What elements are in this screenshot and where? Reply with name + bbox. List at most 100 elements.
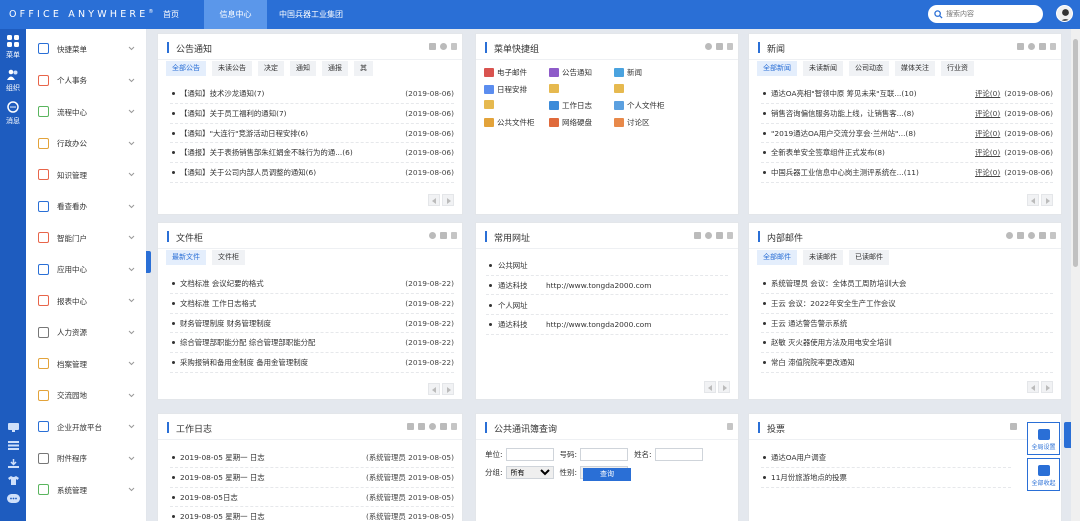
shortcut-item[interactable]: 个人文件柜 [614, 100, 665, 111]
item-title[interactable]: 王云 通达警告警示系统 [771, 314, 1053, 333]
item-title[interactable]: 通达OA用户调查 [771, 448, 1011, 467]
url-row[interactable]: 通达科技 http://www.tongda2000.com [486, 276, 728, 296]
list-item[interactable]: 系统管理员 会议：全体员工周防培训大会 [761, 274, 1053, 294]
sidebar-item[interactable]: 系统管理 [26, 480, 147, 500]
sidebar-item[interactable]: 行政办公 [26, 134, 147, 154]
up-icon[interactable] [1050, 43, 1056, 50]
item-title[interactable]: 文档标准 会议纪要的格式 [180, 274, 401, 293]
prev-page-icon[interactable] [428, 194, 440, 206]
up-icon[interactable] [1050, 232, 1056, 239]
search-input[interactable] [946, 10, 1026, 18]
list-item[interactable]: "2019通达OA用户交流分享会·兰州站"...(8) 评论(0) (2019-08… [761, 124, 1053, 144]
shortcut-item[interactable]: 网络硬盘 [549, 117, 592, 128]
number-input[interactable] [580, 448, 629, 461]
url-row[interactable]: 公共网址 [486, 256, 728, 276]
collapse-all-button[interactable]: 全部收起 [1027, 458, 1060, 491]
item-title[interactable]: 文档标准 工作日志格式 [180, 294, 401, 313]
gear-icon[interactable] [429, 423, 436, 430]
item-title[interactable]: 采购报销和备用金制度 备用金管理制度 [180, 353, 401, 372]
shortcut-item[interactable]: 公共文件柜 [484, 117, 535, 128]
item-title[interactable]: 财务管理制度 财务管理制度 [180, 314, 401, 333]
list-item[interactable]: 通达OA用户调查 [761, 448, 1011, 468]
list-item[interactable]: 【通知】"大连行"竞游活动日程安排(6) (2019-08-06) [170, 124, 454, 144]
list-item[interactable]: 中国兵器工业信息中心岗主测评系统在...(11) 评论(0) (2019-08-06… [761, 163, 1053, 183]
shortcut-item[interactable] [484, 100, 497, 109]
shortcut-item[interactable]: 讨论区 [614, 117, 650, 128]
next-page-icon[interactable] [442, 383, 454, 395]
layout-icon[interactable] [1017, 43, 1024, 50]
item-title[interactable]: 销售咨询偏信服务功能上线，让销售客...(8) [771, 104, 973, 123]
sub-tab[interactable]: 决定 [258, 61, 284, 76]
sub-tab[interactable]: 行业资 [941, 61, 974, 76]
sidebar-item[interactable]: 人力资源 [26, 323, 147, 343]
sub-tab[interactable]: 通报 [322, 61, 348, 76]
item-title[interactable]: 【通知】技术沙龙通知(7) [180, 84, 401, 103]
layout-icon[interactable] [407, 423, 414, 430]
next-page-icon[interactable] [442, 194, 454, 206]
global-settings-button[interactable]: 全局设置 [1027, 422, 1060, 455]
list-item[interactable]: 【通报】关于表扬销售部朱红娟金不昧行为的通...(6) (2019-08-06) [170, 143, 454, 164]
unit-input[interactable] [505, 448, 554, 461]
list-item[interactable]: 王云 通达警告警示系统 [761, 314, 1053, 334]
right-panel-handle[interactable] [1064, 422, 1071, 448]
gear-icon[interactable] [705, 43, 712, 50]
list-item[interactable]: 全新表单安全签章组件正式发布(8) 评论(0) (2019-08-06) [761, 143, 1053, 164]
list-item[interactable]: 赵敏 灭火器使用方法及用电安全培训 [761, 333, 1053, 354]
trash-icon[interactable] [440, 232, 447, 239]
trash-icon[interactable] [716, 232, 723, 239]
layout-icon[interactable] [1010, 423, 1017, 430]
shortcut-item[interactable]: 日程安排 [484, 84, 527, 95]
sub-tab[interactable]: 通知 [290, 61, 316, 76]
avatar[interactable] [1056, 5, 1073, 22]
tab-info-center[interactable]: 信息中心 [204, 0, 267, 29]
next-page-icon[interactable] [718, 381, 730, 393]
list-item[interactable]: 销售咨询偏信服务功能上线，让销售客...(8) 评论(0) (2019-08-06) [761, 104, 1053, 124]
sidebar-item[interactable]: 看查看办 [26, 197, 147, 217]
sidebar-collapse-handle[interactable] [146, 251, 151, 273]
item-title[interactable]: 中国兵器工业信息中心岗主测评系统在...(11) [771, 163, 973, 182]
item-title[interactable]: 2019-08-05 星期一 日志 [180, 448, 362, 467]
list-icon[interactable] [8, 441, 19, 450]
up-icon[interactable] [727, 423, 733, 430]
comment-link[interactable]: 评论(0) [975, 143, 1000, 162]
sub-tab[interactable]: 未读邮件 [803, 250, 843, 265]
up-icon[interactable] [727, 43, 733, 50]
sub-tab[interactable]: 其 [354, 61, 373, 76]
shortcut-item[interactable]: 新闻 [614, 67, 642, 78]
next-page-icon[interactable] [1041, 381, 1053, 393]
list-item[interactable]: 2019-08-05 星期一 日志 (系统管理员 2019-08-05) [170, 448, 454, 468]
sub-tab[interactable]: 全部公告 [166, 61, 206, 76]
sidebar-item[interactable]: 企业开放平台 [26, 417, 147, 437]
sub-tab[interactable]: 全部新闻 [757, 61, 797, 76]
sidebar-item[interactable]: 报表中心 [26, 291, 147, 311]
shortcut-item[interactable]: 电子邮件 [484, 67, 527, 78]
up-icon[interactable] [727, 232, 733, 239]
gear-icon[interactable] [705, 232, 712, 239]
sub-tab[interactable]: 已读邮件 [849, 250, 889, 265]
sidebar-item[interactable]: 交流园地 [26, 386, 147, 406]
sub-tab[interactable]: 全部邮件 [757, 250, 797, 265]
sidebar-item[interactable]: 智能门户 [26, 228, 147, 248]
comment-link[interactable]: 评论(0) [975, 104, 1000, 123]
layout-icon[interactable] [694, 232, 701, 239]
list-item[interactable]: 2019-08-05 星期一 日志 (系统管理员 2019-08-05) [170, 468, 454, 488]
list-icon[interactable] [418, 423, 425, 430]
shirt-icon[interactable] [8, 476, 19, 485]
item-title[interactable]: 【通知】关于公司内部人员调整的通知(6) [180, 163, 401, 182]
item-title[interactable]: 2019-08-05 星期一 日志 [180, 468, 362, 487]
url-link[interactable]: http://www.tongda2000.com [546, 276, 651, 296]
rail-org[interactable]: 组织 [0, 69, 26, 93]
name-input[interactable] [654, 448, 703, 461]
layout-icon[interactable] [1017, 232, 1024, 239]
list-item[interactable]: 常白 滞值院院率更改通知 [761, 353, 1053, 373]
item-title[interactable]: 赵敏 灭火器使用方法及用电安全培训 [771, 333, 1053, 352]
url-link[interactable]: http://www.tongda2000.com [546, 315, 651, 335]
list-item[interactable]: 【通知】关于公司内部人员调整的通知(6) (2019-08-06) [170, 163, 454, 183]
query-button[interactable]: 查询 [583, 468, 631, 481]
sidebar-item[interactable]: 个人事务 [26, 71, 147, 91]
url-row[interactable]: 个人网址 [486, 296, 728, 316]
item-title[interactable]: 【通知】"大连行"竞游活动日程安排(6) [180, 124, 401, 143]
up-icon[interactable] [451, 43, 457, 50]
list-item[interactable]: 综合管理部职能分配 综合管理部职能分配 (2019-08-22) [170, 333, 454, 354]
gear-icon[interactable] [440, 43, 447, 50]
